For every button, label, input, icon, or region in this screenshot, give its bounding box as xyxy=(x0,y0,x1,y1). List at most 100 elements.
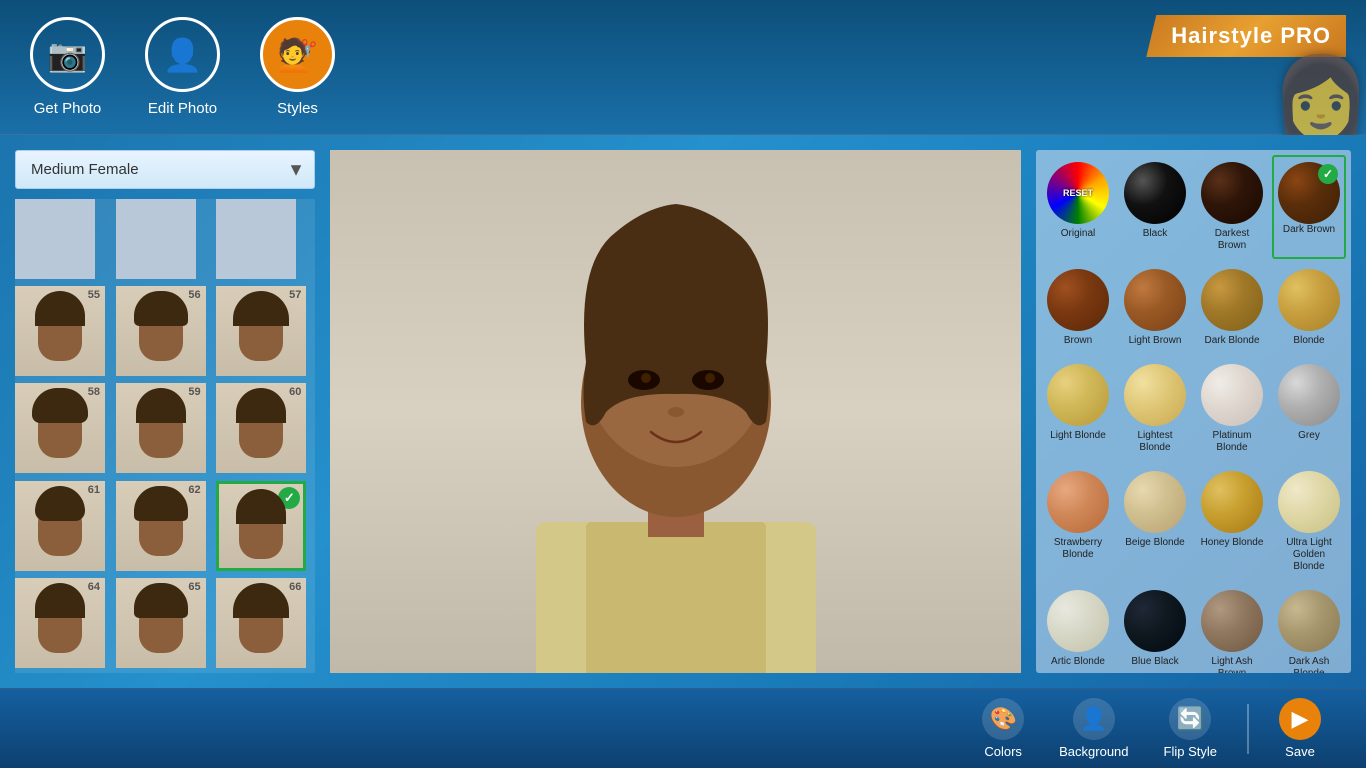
color-swatch-original: RESET xyxy=(1047,162,1109,224)
edit-photo-icon: 👤 xyxy=(145,17,220,92)
color-item-dark-ash-blonde[interactable]: Dark Ash Blonde xyxy=(1272,583,1346,673)
color-swatch-blonde xyxy=(1278,269,1340,331)
color-label-artic-blonde: Artic Blonde xyxy=(1051,656,1105,668)
edit-photo-label: Edit Photo xyxy=(148,100,217,117)
main-content: Medium Female Short Female Long Female S… xyxy=(0,135,1366,688)
color-swatch-black xyxy=(1124,162,1186,224)
list-item[interactable]: 61 xyxy=(15,481,105,571)
color-label-original: Original xyxy=(1061,228,1095,240)
flip-style-label: Flip Style xyxy=(1164,744,1217,759)
color-label-brown: Brown xyxy=(1064,335,1092,347)
color-label-lightest-blonde: Lightest Blonde xyxy=(1123,430,1187,454)
list-item[interactable]: 64 xyxy=(15,578,105,668)
color-swatch-honey-blonde xyxy=(1201,471,1263,533)
save-icon: ▶ xyxy=(1279,698,1321,740)
color-swatch-light-brown xyxy=(1124,269,1186,331)
color-swatch-strawberry-blonde xyxy=(1047,471,1109,533)
color-item-beige-blonde[interactable]: Beige Blonde xyxy=(1118,464,1192,580)
list-item[interactable]: 59 xyxy=(116,383,206,473)
nav-styles[interactable]: 💇 Styles xyxy=(260,17,335,117)
color-label-dark-ash-blonde: Dark Ash Blonde xyxy=(1277,656,1341,673)
list-item[interactable]: 65 xyxy=(116,578,206,668)
header: 📷 Get Photo 👤 Edit Photo 💇 Styles Hairst… xyxy=(0,0,1366,135)
color-label-darkest-brown: Darkest Brown xyxy=(1200,228,1264,252)
color-label-blue-black: Blue Black xyxy=(1131,656,1178,668)
color-label-honey-blonde: Honey Blonde xyxy=(1201,537,1264,549)
color-swatch-platinum-blonde xyxy=(1201,364,1263,426)
color-item-light-ash-brown[interactable]: Light Ash Brown xyxy=(1195,583,1269,673)
color-item-lightest-blonde[interactable]: Lightest Blonde xyxy=(1118,357,1192,461)
list-item[interactable]: 56 xyxy=(116,286,206,376)
color-item-black[interactable]: Black xyxy=(1118,155,1192,259)
color-swatch-blue-black xyxy=(1124,590,1186,652)
list-item[interactable] xyxy=(15,199,95,279)
flip-style-button[interactable]: 🔄 Flip Style xyxy=(1149,690,1232,767)
color-item-blue-black[interactable]: Blue Black xyxy=(1118,583,1192,673)
color-item-dark-brown[interactable]: ✓ Dark Brown xyxy=(1272,155,1346,259)
color-label-black: Black xyxy=(1143,228,1167,240)
list-item[interactable]: 60 xyxy=(216,383,306,473)
list-item[interactable] xyxy=(116,199,196,279)
color-swatch-artic-blonde xyxy=(1047,590,1109,652)
colors-grid: RESET Original Black Darkest Brown ✓ xyxy=(1041,155,1346,673)
color-item-artic-blonde[interactable]: Artic Blonde xyxy=(1041,583,1115,673)
list-item[interactable]: 58 xyxy=(15,383,105,473)
save-label: Save xyxy=(1285,744,1315,759)
photo-container xyxy=(330,150,1021,673)
person-preview-svg xyxy=(486,150,866,673)
color-item-brown[interactable]: Brown xyxy=(1041,262,1115,354)
color-label-ultra-light: Ultra Light Golden Blonde xyxy=(1277,537,1341,573)
nav-items: 📷 Get Photo 👤 Edit Photo 💇 Styles xyxy=(30,17,335,117)
nav-edit-photo[interactable]: 👤 Edit Photo xyxy=(145,17,220,117)
color-swatch-dark-blonde xyxy=(1201,269,1263,331)
color-label-grey: Grey xyxy=(1298,430,1320,442)
color-item-dark-blonde[interactable]: Dark Blonde xyxy=(1195,262,1269,354)
list-item[interactable]: 57 xyxy=(216,286,306,376)
color-swatch-lightest-blonde xyxy=(1124,364,1186,426)
color-label-light-ash-brown: Light Ash Brown xyxy=(1200,656,1264,673)
color-swatch-ultra-light xyxy=(1278,471,1340,533)
color-swatch-dark-ash-blonde xyxy=(1278,590,1340,652)
list-item[interactable]: 62 xyxy=(116,481,206,571)
color-item-original[interactable]: RESET Original xyxy=(1041,155,1115,259)
color-item-grey[interactable]: Grey xyxy=(1272,357,1346,461)
colors-button[interactable]: 🎨 Colors xyxy=(967,690,1039,767)
logo-area: Hairstyle PRO 👩 xyxy=(1086,0,1366,135)
color-label-light-brown: Light Brown xyxy=(1129,335,1182,347)
flip-style-icon: 🔄 xyxy=(1169,698,1211,740)
list-item[interactable]: 55 xyxy=(15,286,105,376)
background-label: Background xyxy=(1059,744,1128,759)
color-label-platinum-blonde: Platinum Blonde xyxy=(1200,430,1264,454)
color-selected-check-icon: ✓ xyxy=(1318,164,1338,184)
color-swatch-grey xyxy=(1278,364,1340,426)
color-item-light-blonde[interactable]: Light Blonde xyxy=(1041,357,1115,461)
nav-get-photo[interactable]: 📷 Get Photo xyxy=(30,17,105,117)
color-item-darkest-brown[interactable]: Darkest Brown xyxy=(1195,155,1269,259)
style-category-dropdown[interactable]: Medium Female Short Female Long Female S… xyxy=(15,150,315,189)
color-swatch-light-blonde xyxy=(1047,364,1109,426)
color-label-dark-brown: Dark Brown xyxy=(1283,224,1335,236)
list-item[interactable] xyxy=(216,199,296,279)
colors-label: Colors xyxy=(984,744,1022,759)
color-label-strawberry-blonde: Strawberry Blonde xyxy=(1046,537,1110,561)
colors-panel: RESET Original Black Darkest Brown ✓ xyxy=(1036,150,1351,673)
background-button[interactable]: 👤 Background xyxy=(1044,690,1143,767)
list-item[interactable]: ✓ xyxy=(216,481,306,571)
save-button[interactable]: ▶ Save xyxy=(1264,690,1336,767)
colors-icon: 🎨 xyxy=(982,698,1024,740)
styles-label: Styles xyxy=(277,100,318,117)
list-item[interactable]: 66 xyxy=(216,578,306,668)
color-item-honey-blonde[interactable]: Honey Blonde xyxy=(1195,464,1269,580)
color-label-blonde: Blonde xyxy=(1293,335,1324,347)
color-item-light-brown[interactable]: Light Brown xyxy=(1118,262,1192,354)
styles-grid: 55 56 57 58 59 60 xyxy=(15,199,315,673)
color-swatch-beige-blonde xyxy=(1124,471,1186,533)
color-item-blonde[interactable]: Blonde xyxy=(1272,262,1346,354)
styles-panel: Medium Female Short Female Long Female S… xyxy=(15,150,315,673)
background-icon: 👤 xyxy=(1073,698,1115,740)
footer: 🎨 Colors 👤 Background 🔄 Flip Style ▶ Sav… xyxy=(0,688,1366,768)
color-item-strawberry-blonde[interactable]: Strawberry Blonde xyxy=(1041,464,1115,580)
color-item-platinum-blonde[interactable]: Platinum Blonde xyxy=(1195,357,1269,461)
color-label-dark-blonde: Dark Blonde xyxy=(1204,335,1259,347)
color-item-ultra-light[interactable]: Ultra Light Golden Blonde xyxy=(1272,464,1346,580)
